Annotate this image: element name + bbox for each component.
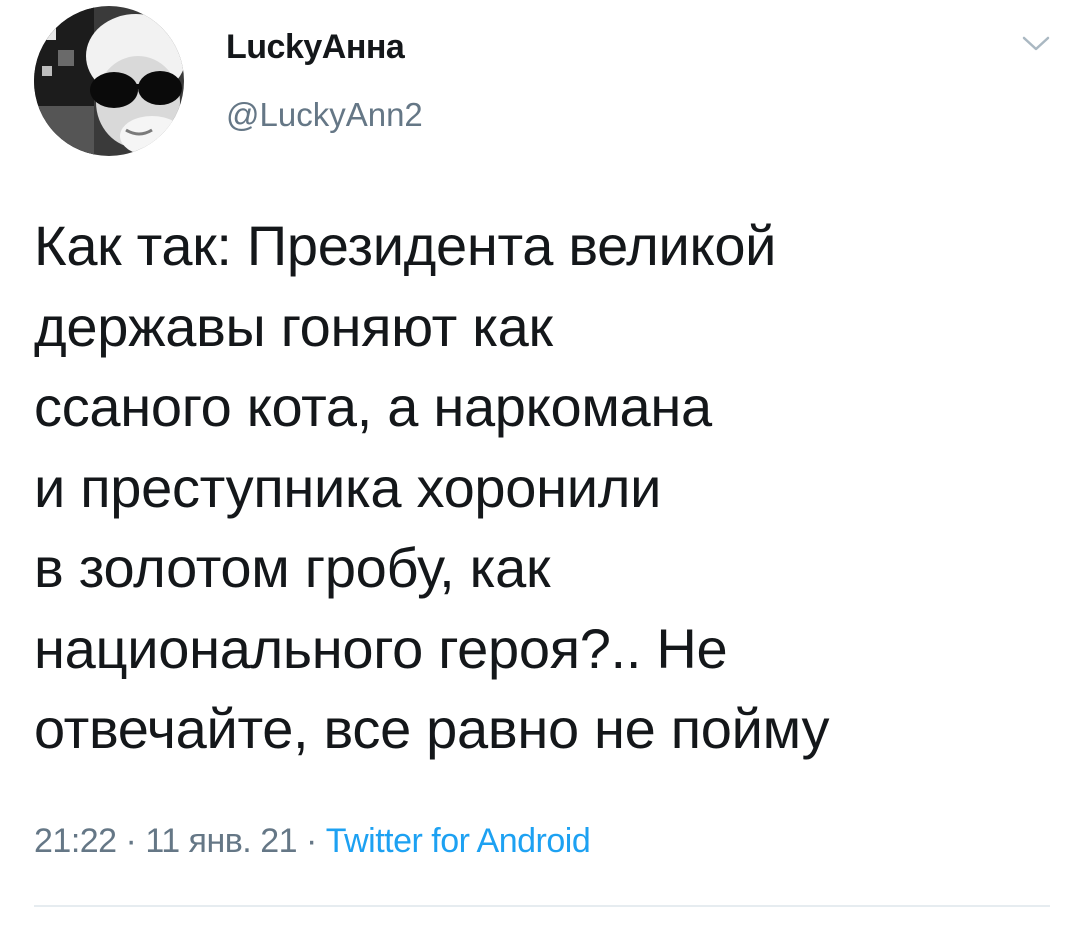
author-handle[interactable]: @LuckyAnn2 (226, 96, 423, 134)
tweet-time[interactable]: 21:22 (34, 822, 117, 860)
tweet-meta: 21:22 · 11 янв. 21 · Twitter for Android (34, 822, 591, 861)
chevron-down-icon (1022, 36, 1050, 51)
user-avatar-photo-icon (34, 6, 184, 156)
meta-separator: · (116, 822, 146, 860)
tweet-text: Как так: Президента великой державы гоня… (34, 214, 830, 760)
tweet-menu-button[interactable] (1018, 28, 1054, 58)
divider (34, 905, 1050, 907)
tweet-date[interactable]: 11 янв. 21 (145, 822, 297, 860)
avatar[interactable] (34, 6, 184, 156)
meta-separator: · (297, 822, 326, 860)
author-display-name[interactable]: LuckyАнна (226, 28, 405, 67)
tweet-source-link[interactable]: Twitter for Android (326, 822, 591, 860)
